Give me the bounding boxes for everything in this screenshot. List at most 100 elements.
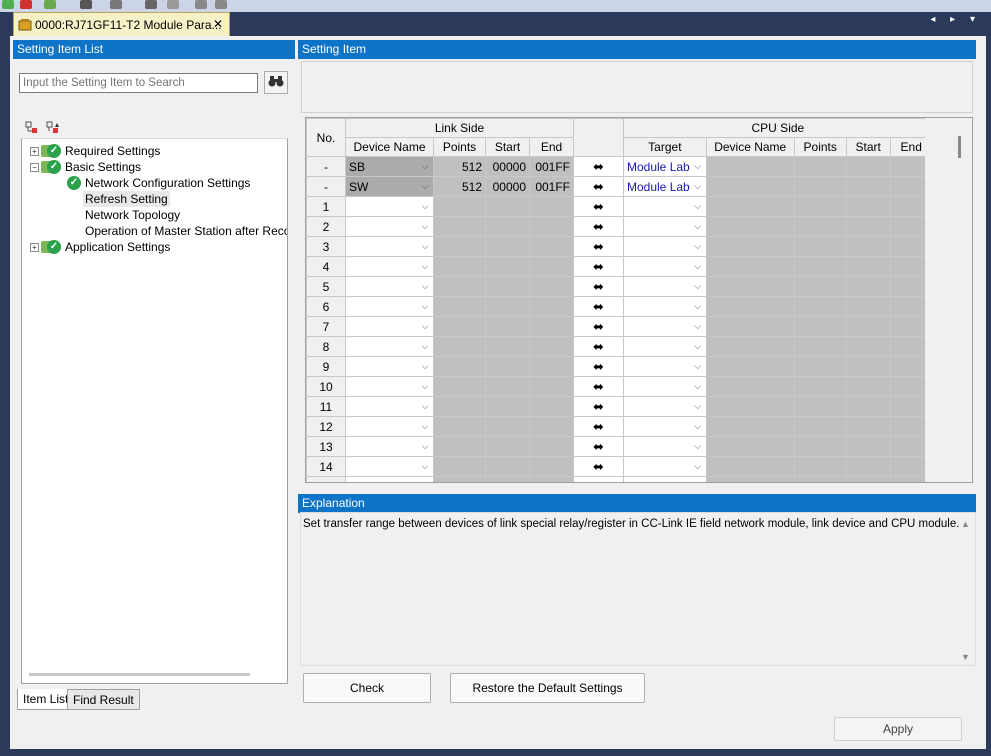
- print-icon[interactable]: [195, 0, 207, 9]
- scroll-up-icon[interactable]: ▲: [961, 519, 970, 529]
- close-red-icon[interactable]: [20, 0, 32, 9]
- dropdown-arrow-icon[interactable]: ⌵: [419, 339, 431, 353]
- dropdown-arrow-icon[interactable]: ⌵: [419, 159, 431, 173]
- link-device-name-select[interactable]: ⌵: [345, 236, 434, 257]
- cpu-target-select[interactable]: ⌵: [623, 316, 707, 337]
- link-device-name-select[interactable]: ⌵: [345, 476, 434, 482]
- collapse-icon[interactable]: −: [30, 162, 39, 172]
- dropdown-arrow-icon[interactable]: ⌵: [419, 419, 431, 433]
- dropdown-arrow-icon[interactable]: ⌵: [419, 439, 431, 453]
- cpu-target-select[interactable]: ⌵: [623, 456, 707, 477]
- link-device-name-select[interactable]: ⌵: [345, 296, 434, 317]
- tree-item-network-configuration[interactable]: ✓ Network Configuration Settings: [67, 175, 250, 191]
- tree-horizontal-scrollbar[interactable]: [29, 673, 250, 676]
- checkmark-icon[interactable]: [2, 0, 14, 9]
- cpu-target-select[interactable]: ⌵: [623, 416, 707, 437]
- cpu-target-select[interactable]: ⌵: [623, 296, 707, 317]
- page-icon[interactable]: [215, 0, 227, 9]
- dropdown-arrow-icon[interactable]: ⌵: [692, 299, 704, 313]
- link-device-name-select[interactable]: ⌵: [345, 396, 434, 417]
- cpu-target-select[interactable]: ⌵: [623, 276, 707, 297]
- link-device-name-select[interactable]: SW ⌵: [345, 176, 434, 197]
- dropdown-arrow-icon[interactable]: ⌵: [692, 179, 704, 193]
- collapse-filter-icon[interactable]: [46, 121, 60, 135]
- dropdown-arrow-icon[interactable]: ⌵: [692, 219, 704, 233]
- expand-icon[interactable]: +: [30, 146, 39, 156]
- dropdown-arrow-icon[interactable]: ⌵: [692, 279, 704, 293]
- cpu-target-select[interactable]: ⌵: [623, 476, 707, 482]
- dropdown-arrow-icon[interactable]: ⌵: [692, 459, 704, 473]
- link-device-name-select[interactable]: ⌵: [345, 436, 434, 457]
- link-device-name-select[interactable]: ⌵: [345, 376, 434, 397]
- cpu-target-select[interactable]: ⌵: [623, 256, 707, 277]
- tree-item-refresh-setting[interactable]: Refresh Setting: [83, 191, 170, 207]
- tab-navigation-icons[interactable]: ◂ ▸ ▾: [930, 14, 981, 25]
- tree-item-required-settings[interactable]: + ✓ Required Settings: [30, 143, 160, 159]
- scrollbar-thumb[interactable]: [958, 136, 961, 158]
- link-device-name-select[interactable]: ⌵: [345, 416, 434, 437]
- dropdown-arrow-icon[interactable]: ⌵: [419, 359, 431, 373]
- eye-icon[interactable]: [80, 0, 92, 9]
- cpu-target-select[interactable]: ⌵: [623, 436, 707, 457]
- dropdown-arrow-icon[interactable]: ⌵: [419, 459, 431, 473]
- search-button[interactable]: [264, 71, 288, 94]
- link-device-name-select[interactable]: ⌵: [345, 276, 434, 297]
- dropdown-arrow-icon[interactable]: ⌵: [692, 159, 704, 173]
- tab-item-list[interactable]: Item List: [17, 689, 75, 710]
- cpu-target-select[interactable]: ⌵: [623, 236, 707, 257]
- cpu-target-select[interactable]: Module Lab ⌵: [623, 176, 707, 197]
- apply-button[interactable]: Apply: [834, 717, 962, 741]
- dropdown-arrow-icon[interactable]: ⌵: [419, 279, 431, 293]
- link-device-name-select[interactable]: ⌵: [345, 336, 434, 357]
- check-all-icon[interactable]: [44, 0, 56, 9]
- cpu-target-select[interactable]: Module Lab ⌵: [623, 156, 707, 177]
- dropdown-arrow-icon[interactable]: ⌵: [692, 439, 704, 453]
- expand-icon[interactable]: +: [30, 242, 39, 252]
- expand-filter-icon[interactable]: [25, 121, 39, 135]
- dropdown-arrow-icon[interactable]: ⌵: [419, 399, 431, 413]
- cpu-target-select[interactable]: ⌵: [623, 376, 707, 397]
- dropdown-arrow-icon[interactable]: ⌵: [692, 399, 704, 413]
- setting-search-input[interactable]: [19, 73, 258, 93]
- dropdown-arrow-icon[interactable]: ⌵: [419, 219, 431, 233]
- dropdown-arrow-icon[interactable]: ⌵: [419, 479, 431, 482]
- cpu-target-select[interactable]: ⌵: [623, 336, 707, 357]
- restore-default-button[interactable]: Restore the Default Settings: [450, 673, 645, 703]
- close-tab-icon[interactable]: ✕: [213, 17, 223, 31]
- dropdown-arrow-icon[interactable]: ⌵: [419, 319, 431, 333]
- link-device-name-select[interactable]: ⌵: [345, 456, 434, 477]
- dropdown-arrow-icon[interactable]: ⌵: [419, 179, 431, 193]
- check-button[interactable]: Check: [303, 673, 431, 703]
- grid-vertical-scrollbar[interactable]: [925, 118, 972, 482]
- dropdown-arrow-icon[interactable]: ⌵: [692, 379, 704, 393]
- dropdown-arrow-icon[interactable]: ⌵: [692, 359, 704, 373]
- link-device-name-select[interactable]: ⌵: [345, 216, 434, 237]
- cpu-target-select[interactable]: ⌵: [623, 356, 707, 377]
- dropdown-arrow-icon[interactable]: ⌵: [692, 479, 704, 482]
- document-tab[interactable]: 0000:RJ71GF11-T2 Module Para... ✕: [13, 12, 230, 36]
- dropdown-arrow-icon[interactable]: ⌵: [419, 239, 431, 253]
- dropdown-arrow-icon[interactable]: ⌵: [692, 259, 704, 273]
- link-device-name-select[interactable]: ⌵: [345, 316, 434, 337]
- link-device-name-select[interactable]: SB ⌵: [345, 156, 434, 177]
- tree-item-network-topology[interactable]: Network Topology: [85, 207, 180, 223]
- dropdown-arrow-icon[interactable]: ⌵: [692, 419, 704, 433]
- dropdown-arrow-icon[interactable]: ⌵: [692, 239, 704, 253]
- search-page-icon[interactable]: [110, 0, 122, 9]
- tab-find-result[interactable]: Find Result: [67, 689, 140, 710]
- cpu-target-select[interactable]: ⌵: [623, 216, 707, 237]
- dropdown-arrow-icon[interactable]: ⌵: [419, 379, 431, 393]
- link-device-name-select[interactable]: ⌵: [345, 256, 434, 277]
- tree-item-application-settings[interactable]: + ✓ Application Settings: [30, 239, 170, 255]
- scroll-down-icon[interactable]: ▼: [961, 652, 970, 662]
- link-device-name-select[interactable]: ⌵: [345, 196, 434, 217]
- link-device-name-select[interactable]: ⌵: [345, 356, 434, 377]
- dropdown-arrow-icon[interactable]: ⌵: [419, 299, 431, 313]
- window-icon[interactable]: [167, 0, 179, 9]
- dropdown-arrow-icon[interactable]: ⌵: [692, 339, 704, 353]
- tree-item-operation-master-station[interactable]: Operation of Master Station after Reconn…: [85, 223, 287, 239]
- zoom-icon[interactable]: [145, 0, 157, 9]
- dropdown-arrow-icon[interactable]: ⌵: [419, 199, 431, 213]
- cpu-target-select[interactable]: ⌵: [623, 396, 707, 417]
- dropdown-arrow-icon[interactable]: ⌵: [419, 259, 431, 273]
